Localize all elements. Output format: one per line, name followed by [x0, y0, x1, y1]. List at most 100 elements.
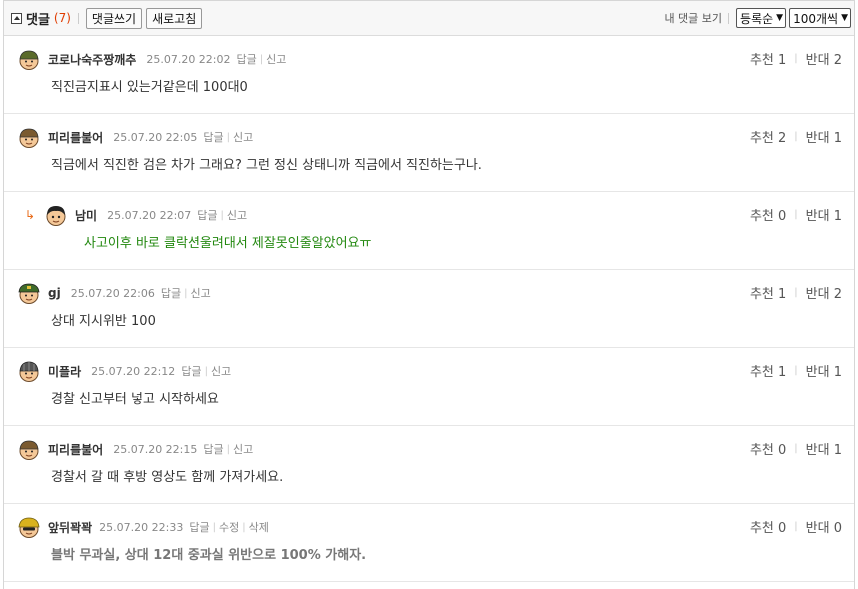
divider: | — [794, 365, 798, 376]
author-nickname[interactable]: 피리를불어 — [48, 129, 103, 146]
upvote-button[interactable]: 추천 1 — [750, 49, 786, 68]
my-comments-link[interactable]: 내 댓글 보기 — [664, 10, 722, 26]
vote-area: 추천 1 | 반대 1 — [750, 361, 842, 380]
downvote-button[interactable]: 반대 1 — [806, 439, 842, 458]
upvote-button[interactable]: 추천 0 — [750, 517, 786, 536]
edit-link[interactable]: 수정 — [219, 519, 239, 535]
reply-link[interactable]: 답글 — [203, 129, 223, 145]
upvote-count: 1 — [778, 53, 787, 68]
comment-date: 25.07.20 22:33 — [99, 520, 184, 534]
avatar-icon[interactable] — [18, 282, 40, 304]
downvote-button[interactable]: 반대 2 — [806, 49, 842, 68]
report-link[interactable]: 신고 — [266, 51, 286, 67]
comment-date: 25.07.20 22:02 — [146, 52, 231, 66]
report-link[interactable]: 신고 — [233, 129, 253, 145]
divider: | — [259, 53, 264, 65]
sort-select-value: 등록순 — [740, 11, 774, 26]
author-nickname[interactable]: 피리를불어 — [48, 441, 103, 458]
downvote-count: 1 — [833, 131, 842, 146]
upvote-button[interactable]: 추천 1 — [750, 283, 786, 302]
downvote-button[interactable]: 반대 1 — [806, 127, 842, 146]
author-nickname[interactable]: 미플라 — [48, 363, 81, 380]
downvote-button[interactable]: 반대 1 — [806, 361, 842, 380]
vote-area: 추천 0 | 반대 1 — [750, 205, 842, 224]
comment-header: 피리를불어 25.07.20 22:15 답글 | 신고 — [18, 438, 253, 460]
per-page-select[interactable]: 100개씩 ▼ — [789, 8, 851, 28]
comment-item: 앞뒤꽉꽉 25.07.20 22:33 답글 | 수정 | 삭제 추천 0 | … — [4, 504, 854, 582]
comment-meta: 25.07.20 22:07 답글 | 신고 — [107, 207, 247, 223]
downvote-button[interactable]: 반대 0 — [806, 517, 842, 536]
upvote-count: 0 — [778, 443, 787, 458]
upvote-button[interactable]: 추천 1 — [750, 361, 786, 380]
author-nickname[interactable]: 남미 — [75, 207, 97, 224]
report-link[interactable]: 신고 — [227, 207, 247, 223]
report-link[interactable]: 신고 — [211, 363, 231, 379]
divider: | — [226, 131, 231, 143]
author-nickname[interactable]: gj — [48, 286, 61, 300]
avatar-icon[interactable] — [18, 126, 40, 148]
reply-link[interactable]: 답글 — [189, 519, 209, 535]
comment-text: 사고이후 바로 클락션울려대서 제잘못인줄알았어요ㅠ — [84, 236, 372, 251]
comment-date: 25.07.20 22:15 — [113, 442, 198, 456]
author-nickname[interactable]: 앞뒤꽉꽉 — [48, 519, 92, 536]
downvote-label: 반대 — [805, 287, 830, 302]
upvote-count: 0 — [778, 521, 787, 536]
upvote-label: 추천 — [749, 443, 774, 458]
comment-item: gj 25.07.20 22:06 답글 | 신고 추천 1 | 반대 2 상대… — [4, 270, 854, 348]
upvote-button[interactable]: 추천 2 — [750, 127, 786, 146]
comment-text: 직진금지표시 있는거같은데 100대0 — [51, 80, 248, 95]
upvote-count: 1 — [778, 287, 787, 302]
reply-link[interactable]: 답글 — [203, 441, 223, 457]
upvote-button[interactable]: 추천 0 — [750, 439, 786, 458]
comment-count: (7) — [53, 11, 71, 25]
divider — [728, 12, 730, 24]
avatar-icon[interactable] — [45, 204, 67, 226]
refresh-button[interactable]: 새로고침 — [146, 7, 203, 29]
upvote-count: 0 — [778, 209, 787, 224]
avatar-icon[interactable] — [18, 438, 40, 460]
upvote-count: 1 — [778, 365, 787, 380]
divider: | — [794, 53, 798, 64]
upvote-label: 추천 — [749, 209, 774, 224]
avatar-icon[interactable] — [18, 48, 40, 70]
divider: | — [220, 209, 224, 221]
vote-area: 추천 1 | 반대 2 — [750, 49, 842, 68]
author-nickname[interactable]: 코로나숙주짱깨추 — [48, 51, 136, 68]
downvote-label: 반대 — [805, 53, 830, 68]
avatar-icon[interactable] — [18, 360, 40, 382]
comment-meta: 25.07.20 22:06 답글 | 신고 — [71, 285, 211, 301]
comment-text: 직금에서 직진한 검은 차가 그래요? 그런 정신 상태니까 직금에서 직진하는… — [51, 158, 482, 173]
write-comment-button[interactable]: 댓글쓰기 — [85, 7, 143, 29]
reply-link[interactable]: 답글 — [161, 285, 181, 301]
downvote-label: 반대 — [805, 365, 830, 380]
reply-link[interactable]: 답글 — [197, 207, 217, 223]
delete-link[interactable]: 삭제 — [249, 519, 269, 535]
sort-select[interactable]: 등록순 ▼ — [736, 8, 787, 28]
report-link[interactable]: 신고 — [191, 285, 211, 301]
collapse-icon[interactable] — [11, 12, 22, 24]
upvote-button[interactable]: 추천 0 — [750, 205, 786, 224]
comment-date: 25.07.20 22:06 — [70, 286, 155, 300]
downvote-label: 반대 — [805, 443, 830, 458]
per-page-select-value: 100개씩 — [793, 11, 839, 26]
comment-item: 미플라 25.07.20 22:12 답글 | 신고 추천 1 | 반대 1 경… — [4, 348, 854, 426]
chevron-down-icon: ▼ — [841, 13, 848, 23]
comment-text: 경찰서 갈 때 후방 영상도 함께 가져가세요. — [51, 470, 284, 485]
chevron-down-icon: ▼ — [776, 13, 784, 23]
report-link[interactable]: 신고 — [233, 441, 253, 457]
downvote-button[interactable]: 반대 1 — [806, 205, 842, 224]
comment-text: 블박 무과실, 상대 12대 중과실 위반으로 100% 가해자. — [51, 548, 367, 563]
comment-toolbar: 댓글 (7) 댓글쓰기 새로고침 내 댓글 보기 등록순 ▼ 100개씩 ▼ — [4, 1, 854, 36]
vote-area: 추천 0 | 반대 1 — [750, 439, 842, 458]
downvote-label: 반대 — [805, 521, 830, 536]
divider: | — [212, 521, 216, 533]
comment-header: 피리를불어 25.07.20 22:05 답글 | 신고 — [18, 126, 253, 148]
reply-item: ↳ 남미 25.07.20 22:07 답글 | 신고 추천 0 | 반대 1 … — [4, 192, 854, 270]
reply-link[interactable]: 답글 — [237, 51, 257, 67]
comment-item: 코로나숙주짱깨추 25.07.20 22:02 답글 | 신고 추천 1 | 반… — [4, 36, 854, 114]
downvote-button[interactable]: 반대 2 — [806, 283, 842, 302]
reply-link[interactable]: 답글 — [181, 363, 201, 379]
downvote-count: 2 — [833, 287, 842, 302]
upvote-label: 추천 — [749, 131, 774, 146]
avatar-icon[interactable] — [18, 516, 40, 538]
